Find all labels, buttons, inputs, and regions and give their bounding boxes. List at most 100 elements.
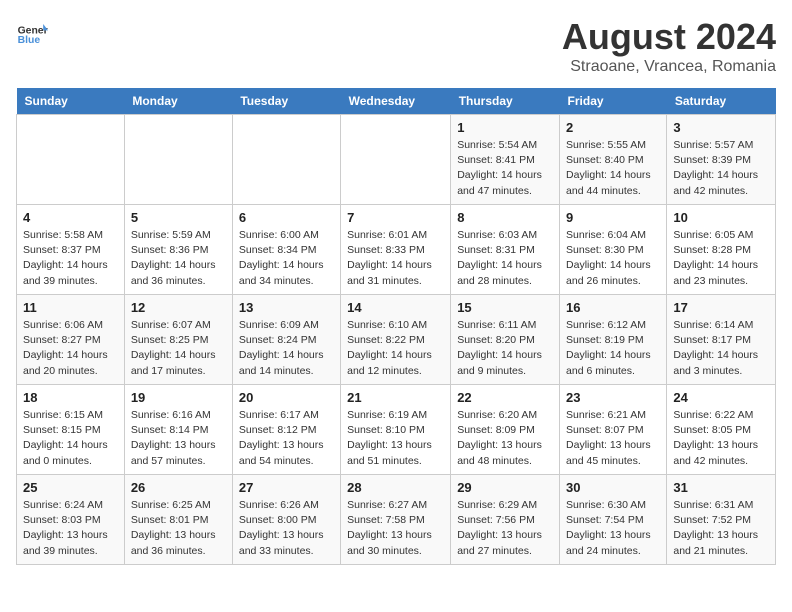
- day-number: 28: [347, 480, 444, 495]
- day-info: Sunrise: 6:09 AM Sunset: 8:24 PM Dayligh…: [239, 318, 334, 379]
- day-info: Sunrise: 6:04 AM Sunset: 8:30 PM Dayligh…: [566, 228, 660, 289]
- day-info: Sunrise: 6:20 AM Sunset: 8:09 PM Dayligh…: [457, 408, 553, 469]
- day-number: 3: [673, 120, 769, 135]
- day-info: Sunrise: 6:07 AM Sunset: 8:25 PM Dayligh…: [131, 318, 226, 379]
- day-info: Sunrise: 6:19 AM Sunset: 8:10 PM Dayligh…: [347, 408, 444, 469]
- day-number: 22: [457, 390, 553, 405]
- calendar-cell: 11 Sunrise: 6:06 AM Sunset: 8:27 PM Dayli…: [17, 295, 125, 385]
- calendar-cell: 17 Sunrise: 6:14 AM Sunset: 8:17 PM Dayli…: [667, 295, 776, 385]
- day-number: 24: [673, 390, 769, 405]
- day-number: 30: [566, 480, 660, 495]
- day-number: 4: [23, 210, 118, 225]
- calendar-cell: [124, 115, 232, 205]
- calendar-cell: 3 Sunrise: 5:57 AM Sunset: 8:39 PM Daylig…: [667, 115, 776, 205]
- day-info: Sunrise: 6:24 AM Sunset: 8:03 PM Dayligh…: [23, 498, 118, 559]
- calendar-header-row: SundayMondayTuesdayWednesdayThursdayFrid…: [17, 88, 776, 115]
- day-info: Sunrise: 5:57 AM Sunset: 8:39 PM Dayligh…: [673, 138, 769, 199]
- day-number: 16: [566, 300, 660, 315]
- calendar-cell: 24 Sunrise: 6:22 AM Sunset: 8:05 PM Dayli…: [667, 385, 776, 475]
- day-info: Sunrise: 6:03 AM Sunset: 8:31 PM Dayligh…: [457, 228, 553, 289]
- day-number: 26: [131, 480, 226, 495]
- calendar-cell: 21 Sunrise: 6:19 AM Sunset: 8:10 PM Dayli…: [341, 385, 451, 475]
- day-number: 29: [457, 480, 553, 495]
- calendar-cell: [232, 115, 340, 205]
- day-info: Sunrise: 5:54 AM Sunset: 8:41 PM Dayligh…: [457, 138, 553, 199]
- day-info: Sunrise: 6:31 AM Sunset: 7:52 PM Dayligh…: [673, 498, 769, 559]
- calendar-cell: 23 Sunrise: 6:21 AM Sunset: 8:07 PM Dayli…: [560, 385, 667, 475]
- calendar-cell: [341, 115, 451, 205]
- day-info: Sunrise: 6:21 AM Sunset: 8:07 PM Dayligh…: [566, 408, 660, 469]
- calendar-cell: 26 Sunrise: 6:25 AM Sunset: 8:01 PM Dayli…: [124, 475, 232, 565]
- logo-icon: General Blue: [16, 16, 48, 48]
- column-header-tuesday: Tuesday: [232, 88, 340, 115]
- calendar-table: SundayMondayTuesdayWednesdayThursdayFrid…: [16, 88, 776, 565]
- day-number: 9: [566, 210, 660, 225]
- day-number: 21: [347, 390, 444, 405]
- day-number: 19: [131, 390, 226, 405]
- calendar-cell: 9 Sunrise: 6:04 AM Sunset: 8:30 PM Daylig…: [560, 205, 667, 295]
- day-info: Sunrise: 6:01 AM Sunset: 8:33 PM Dayligh…: [347, 228, 444, 289]
- calendar-cell: 8Sunrise: 6:03 AM Sunset: 8:31 PM Daylig…: [451, 205, 560, 295]
- day-info: Sunrise: 6:25 AM Sunset: 8:01 PM Dayligh…: [131, 498, 226, 559]
- day-info: Sunrise: 6:05 AM Sunset: 8:28 PM Dayligh…: [673, 228, 769, 289]
- calendar-cell: 10 Sunrise: 6:05 AM Sunset: 8:28 PM Dayli…: [667, 205, 776, 295]
- day-number: 14: [347, 300, 444, 315]
- column-header-saturday: Saturday: [667, 88, 776, 115]
- day-number: 7: [347, 210, 444, 225]
- day-info: Sunrise: 5:59 AM Sunset: 8:36 PM Dayligh…: [131, 228, 226, 289]
- calendar-cell: 27 Sunrise: 6:26 AM Sunset: 8:00 PM Dayli…: [232, 475, 340, 565]
- calendar-cell: 19Sunrise: 6:16 AM Sunset: 8:14 PM Dayli…: [124, 385, 232, 475]
- calendar-cell: 25 Sunrise: 6:24 AM Sunset: 8:03 PM Dayli…: [17, 475, 125, 565]
- column-header-friday: Friday: [560, 88, 667, 115]
- calendar-cell: 29Sunrise: 6:29 AM Sunset: 7:56 PM Dayli…: [451, 475, 560, 565]
- calendar-cell: 16 Sunrise: 6:12 AM Sunset: 8:19 PM Dayli…: [560, 295, 667, 385]
- day-number: 17: [673, 300, 769, 315]
- column-header-wednesday: Wednesday: [341, 88, 451, 115]
- day-number: 11: [23, 300, 118, 315]
- day-info: Sunrise: 5:58 AM Sunset: 8:37 PM Dayligh…: [23, 228, 118, 289]
- day-info: Sunrise: 6:30 AM Sunset: 7:54 PM Dayligh…: [566, 498, 660, 559]
- calendar-cell: 30 Sunrise: 6:30 AM Sunset: 7:54 PM Dayli…: [560, 475, 667, 565]
- day-number: 31: [673, 480, 769, 495]
- logo: General Blue: [16, 16, 48, 48]
- day-info: Sunrise: 6:00 AM Sunset: 8:34 PM Dayligh…: [239, 228, 334, 289]
- calendar-week-4: 18Sunrise: 6:15 AM Sunset: 8:15 PM Dayli…: [17, 385, 776, 475]
- calendar-cell: [17, 115, 125, 205]
- day-number: 25: [23, 480, 118, 495]
- calendar-week-5: 25 Sunrise: 6:24 AM Sunset: 8:03 PM Dayli…: [17, 475, 776, 565]
- day-number: 18: [23, 390, 118, 405]
- calendar-week-2: 4 Sunrise: 5:58 AM Sunset: 8:37 PM Daylig…: [17, 205, 776, 295]
- day-number: 2: [566, 120, 660, 135]
- column-header-monday: Monday: [124, 88, 232, 115]
- calendar-cell: 20 Sunrise: 6:17 AM Sunset: 8:12 PM Dayli…: [232, 385, 340, 475]
- day-info: Sunrise: 6:22 AM Sunset: 8:05 PM Dayligh…: [673, 408, 769, 469]
- calendar-cell: 18Sunrise: 6:15 AM Sunset: 8:15 PM Dayli…: [17, 385, 125, 475]
- day-number: 20: [239, 390, 334, 405]
- day-number: 10: [673, 210, 769, 225]
- column-header-sunday: Sunday: [17, 88, 125, 115]
- calendar-cell: 4 Sunrise: 5:58 AM Sunset: 8:37 PM Daylig…: [17, 205, 125, 295]
- day-info: Sunrise: 6:26 AM Sunset: 8:00 PM Dayligh…: [239, 498, 334, 559]
- calendar-cell: 15Sunrise: 6:11 AM Sunset: 8:20 PM Dayli…: [451, 295, 560, 385]
- day-info: Sunrise: 6:17 AM Sunset: 8:12 PM Dayligh…: [239, 408, 334, 469]
- calendar-cell: 31 Sunrise: 6:31 AM Sunset: 7:52 PM Dayli…: [667, 475, 776, 565]
- day-info: Sunrise: 5:55 AM Sunset: 8:40 PM Dayligh…: [566, 138, 660, 199]
- day-number: 1: [457, 120, 553, 135]
- day-number: 15: [457, 300, 553, 315]
- location-subtitle: Straoane, Vrancea, Romania: [562, 58, 776, 76]
- calendar-cell: 2 Sunrise: 5:55 AM Sunset: 8:40 PM Daylig…: [560, 115, 667, 205]
- day-info: Sunrise: 6:12 AM Sunset: 8:19 PM Dayligh…: [566, 318, 660, 379]
- day-number: 27: [239, 480, 334, 495]
- title-block: August 2024 Straoane, Vrancea, Romania: [562, 16, 776, 76]
- day-info: Sunrise: 6:06 AM Sunset: 8:27 PM Dayligh…: [23, 318, 118, 379]
- month-title: August 2024: [562, 16, 776, 58]
- calendar-cell: 1 Sunrise: 5:54 AM Sunset: 8:41 PM Daylig…: [451, 115, 560, 205]
- day-number: 5: [131, 210, 226, 225]
- day-number: 23: [566, 390, 660, 405]
- day-number: 13: [239, 300, 334, 315]
- day-number: 6: [239, 210, 334, 225]
- day-info: Sunrise: 6:14 AM Sunset: 8:17 PM Dayligh…: [673, 318, 769, 379]
- calendar-cell: 28Sunrise: 6:27 AM Sunset: 7:58 PM Dayli…: [341, 475, 451, 565]
- calendar-week-3: 11 Sunrise: 6:06 AM Sunset: 8:27 PM Dayli…: [17, 295, 776, 385]
- calendar-cell: 7 Sunrise: 6:01 AM Sunset: 8:33 PM Daylig…: [341, 205, 451, 295]
